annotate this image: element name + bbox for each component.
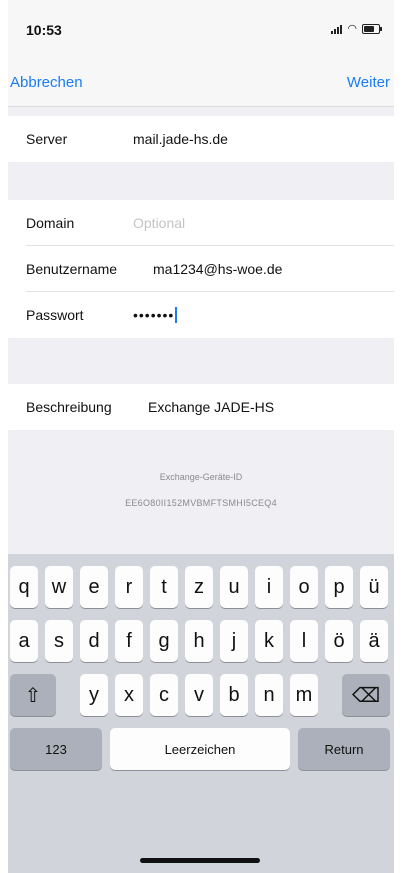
password-value: ••••••• xyxy=(133,307,175,323)
phone-screen: 10:53 ◠ Abbrechen Weiter Server mail.jad… xyxy=(8,0,394,873)
domain-field[interactable]: Optional xyxy=(133,215,185,231)
key-f[interactable]: f xyxy=(115,620,143,662)
password-row[interactable]: Passwort ••••••• xyxy=(8,292,394,338)
device-id-label: Exchange-Geräte-ID xyxy=(159,472,243,482)
key-a[interactable]: a xyxy=(10,620,38,662)
description-field[interactable]: Exchange JADE-HS xyxy=(148,399,274,415)
key-h[interactable]: h xyxy=(185,620,213,662)
username-field[interactable]: ma1234@hs-woe.de xyxy=(153,261,282,277)
device-id-value: EE6O80II152MVBMFTSMHI5CEQ4 xyxy=(125,498,277,508)
delete-icon: ⌫ xyxy=(351,684,381,707)
key-ae[interactable]: ä xyxy=(360,620,388,662)
status-icons: ◠ xyxy=(331,23,382,35)
key-t[interactable]: t xyxy=(150,566,178,608)
shift-key[interactable]: ⇧ xyxy=(10,674,56,716)
status-bar: 10:53 ◠ xyxy=(8,0,394,60)
key-v[interactable]: v xyxy=(185,674,213,716)
shift-icon: ⇧ xyxy=(24,684,42,707)
home-indicator xyxy=(140,858,260,863)
key-oe[interactable]: ö xyxy=(325,620,353,662)
domain-label: Domain xyxy=(26,215,75,231)
description-row[interactable]: Beschreibung Exchange JADE-HS xyxy=(8,384,394,430)
status-time: 10:53 xyxy=(26,22,62,38)
key-e[interactable]: e xyxy=(80,566,108,608)
keyboard: q w e r t z u i o p ü a s d f g h j k l … xyxy=(8,554,394,873)
wifi-icon: ◠ xyxy=(347,23,357,35)
cancel-button[interactable]: Abbrechen xyxy=(10,74,83,91)
space-key[interactable]: Leerzeichen xyxy=(110,728,290,770)
return-key[interactable]: Return xyxy=(298,728,390,770)
key-z[interactable]: z xyxy=(185,566,213,608)
key-n[interactable]: n xyxy=(255,674,283,716)
key-r[interactable]: r xyxy=(115,566,143,608)
key-k[interactable]: k xyxy=(255,620,283,662)
key-l[interactable]: l xyxy=(290,620,318,662)
key-u[interactable]: u xyxy=(220,566,248,608)
key-q[interactable]: q xyxy=(10,566,38,608)
key-d[interactable]: d xyxy=(80,620,108,662)
delete-key[interactable]: ⌫ xyxy=(342,674,390,716)
key-m[interactable]: m xyxy=(290,674,318,716)
signal-icon xyxy=(331,24,343,34)
key-i[interactable]: i xyxy=(255,566,283,608)
key-j[interactable]: j xyxy=(220,620,248,662)
server-label: Server xyxy=(26,131,68,147)
key-w[interactable]: w xyxy=(45,566,73,608)
server-field[interactable]: mail.jade-hs.de xyxy=(133,131,228,147)
key-o[interactable]: o xyxy=(290,566,318,608)
password-label: Passwort xyxy=(26,307,84,323)
key-p[interactable]: p xyxy=(325,566,353,608)
key-s[interactable]: s xyxy=(45,620,73,662)
key-x[interactable]: x xyxy=(115,674,143,716)
key-g[interactable]: g xyxy=(150,620,178,662)
numbers-key[interactable]: 123 xyxy=(10,728,102,770)
domain-row[interactable]: Domain Optional xyxy=(8,200,394,246)
key-c[interactable]: c xyxy=(150,674,178,716)
battery-icon xyxy=(362,24,382,34)
key-b[interactable]: b xyxy=(220,674,248,716)
key-ue[interactable]: ü xyxy=(360,566,388,608)
description-label: Beschreibung xyxy=(26,399,112,415)
text-cursor xyxy=(175,307,178,323)
password-field[interactable]: ••••••• xyxy=(133,307,178,323)
key-y[interactable]: y xyxy=(80,674,108,716)
server-row[interactable]: Server mail.jade-hs.de xyxy=(8,116,394,162)
next-button[interactable]: Weiter xyxy=(347,74,390,91)
username-row[interactable]: Benutzername ma1234@hs-woe.de xyxy=(8,246,394,292)
nav-bar: Abbrechen Weiter xyxy=(8,60,394,107)
username-label: Benutzername xyxy=(26,261,118,277)
